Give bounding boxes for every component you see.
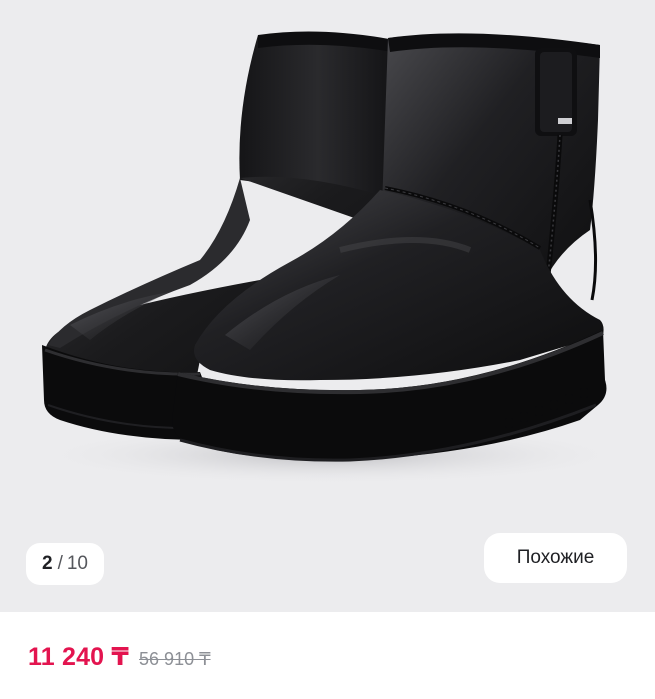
image-counter-current: 2 bbox=[42, 553, 53, 574]
image-counter-separator: / bbox=[57, 553, 63, 574]
similar-products-button[interactable]: Похожие bbox=[484, 533, 627, 583]
product-screen: 2 / 10 Похожие 11 240 ₸ 56 910 ₸ bbox=[0, 0, 655, 699]
image-counter-total: 10 bbox=[66, 553, 88, 574]
image-counter: 2 / 10 bbox=[26, 543, 104, 585]
old-price: 56 910 ₸ bbox=[139, 649, 211, 669]
current-price: 11 240 ₸ bbox=[28, 643, 130, 671]
product-image[interactable] bbox=[0, 0, 655, 612]
price-row: 11 240 ₸ 56 910 ₸ bbox=[28, 642, 211, 672]
product-gallery[interactable]: 2 / 10 Похожие bbox=[0, 0, 655, 612]
